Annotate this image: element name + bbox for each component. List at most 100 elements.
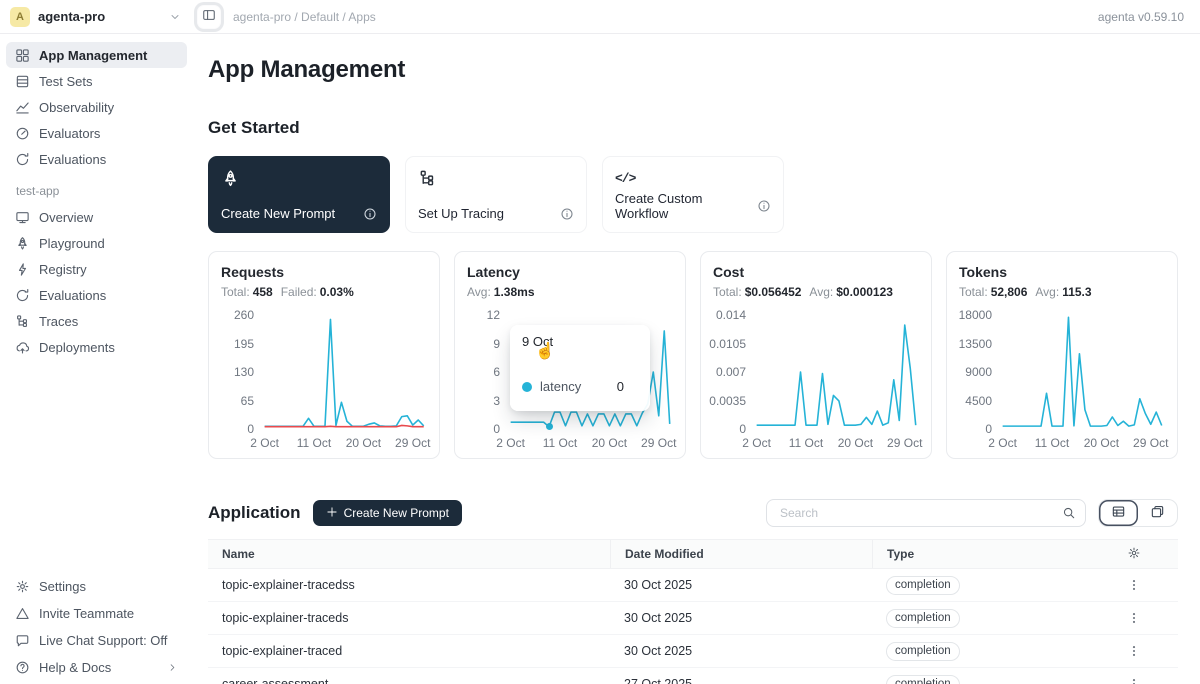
y-axis-labels: 260195130650 — [221, 315, 263, 429]
row-menu-button[interactable] — [1127, 677, 1141, 684]
app-name[interactable]: topic-explainer-traced — [208, 644, 610, 658]
row-menu-button[interactable] — [1127, 578, 1141, 592]
code-icon: </> — [615, 168, 635, 188]
rocket-icon — [15, 236, 30, 251]
refresh-circle-icon — [15, 288, 30, 303]
sidebar-item-playground[interactable]: Playground — [6, 230, 187, 256]
breadcrumb[interactable]: agenta-pro / Default / Apps — [233, 10, 1098, 24]
date-modified: 30 Oct 2025 — [610, 644, 872, 658]
type-badge: completion — [886, 576, 960, 595]
table-row[interactable]: topic-explainer-traced 30 Oct 2025 compl… — [208, 635, 1178, 668]
sidebar-app-nav: Overview Playground Registry Evaluations — [6, 204, 187, 360]
sidebar-item-evaluations[interactable]: Evaluations — [6, 146, 187, 172]
card-label: Set Up Tracing — [418, 206, 504, 221]
sidebar-item-settings[interactable]: Settings — [6, 573, 187, 599]
card-label: Create Custom Workflow — [615, 191, 757, 221]
y-axis-labels: 0.0140.01050.0070.00350 — [713, 315, 755, 429]
org-name: agenta-pro — [38, 9, 161, 24]
table-view-button[interactable] — [1099, 500, 1138, 526]
table-header: Name Date Modified Type — [208, 540, 1178, 569]
info-icon[interactable] — [363, 207, 377, 221]
table-row[interactable]: career-assessment 27 Oct 2025 completion — [208, 668, 1178, 684]
sidebar: App Management Test Sets Observability E… — [0, 34, 193, 684]
create-new-prompt-card[interactable]: Create New Prompt — [208, 156, 390, 233]
sidebar-item-invite-teammate[interactable]: Invite Teammate — [6, 600, 187, 626]
chart-tooltip: 9 Octlatency0 — [510, 325, 650, 411]
refresh-circle-icon — [15, 152, 30, 167]
cloud-icon — [15, 340, 30, 355]
sidebar-main-nav: App Management Test Sets Observability E… — [6, 42, 187, 172]
type-badge: completion — [886, 675, 960, 684]
info-icon[interactable] — [757, 199, 771, 213]
sidebar-item-test-sets[interactable]: Test Sets — [6, 68, 187, 94]
sidebar-item-traces[interactable]: Traces — [6, 308, 187, 334]
app-name[interactable]: career-assessment — [208, 677, 610, 684]
chart-plot[interactable] — [755, 315, 919, 429]
get-started-heading: Get Started — [208, 118, 1178, 138]
sidebar-item-app-evaluations[interactable]: Evaluations — [6, 282, 187, 308]
application-heading: Application — [208, 503, 301, 523]
column-settings-button[interactable] — [1090, 540, 1178, 568]
table-row[interactable]: topic-explainer-traceds 30 Oct 2025 comp… — [208, 602, 1178, 635]
column-header-date-modified[interactable]: Date Modified — [610, 540, 872, 568]
test-sets-icon — [15, 74, 30, 89]
app-version: agenta v0.59.10 — [1098, 10, 1184, 24]
help-icon — [15, 660, 30, 675]
row-menu-button[interactable] — [1127, 611, 1141, 625]
application-header-row: Application Create New Prompt — [208, 499, 1178, 527]
sidebar-footer-nav: Settings Invite Teammate Live Chat Suppo… — [6, 573, 187, 684]
sidebar-item-registry[interactable]: Registry — [6, 256, 187, 282]
chart-stats: Total:52,806Avg:115.3 — [959, 285, 1165, 299]
row-menu-button[interactable] — [1127, 644, 1141, 658]
requests: Requests Total:458Failed:0.03% 260195130… — [208, 251, 440, 459]
grid-icon — [15, 48, 30, 63]
sidebar-item-observability[interactable]: Observability — [6, 94, 187, 120]
chart-stats: Avg:1.38ms — [467, 285, 673, 299]
column-header-name[interactable]: Name — [208, 540, 610, 568]
app-name[interactable]: topic-explainer-tracedss — [208, 578, 610, 592]
gear-icon — [1127, 546, 1141, 563]
search-input[interactable] — [778, 505, 1054, 521]
hovered-point-dot — [546, 423, 553, 430]
chart-plot[interactable] — [263, 315, 427, 429]
column-header-type[interactable]: Type — [872, 540, 1090, 568]
plus-icon — [326, 506, 338, 521]
info-icon[interactable] — [560, 207, 574, 221]
chevron-down-icon — [169, 11, 181, 23]
tooltip-series-label: latency — [540, 379, 609, 394]
y-axis-labels: 1800013500900045000 — [959, 315, 1001, 429]
panel-left-icon — [202, 8, 216, 25]
lightning-icon — [15, 262, 30, 277]
mouse-cursor-icon: ☝ — [535, 341, 555, 361]
page-title: App Management — [208, 56, 1178, 84]
x-axis-labels: 2 Oct11 Oct20 Oct29 Oct — [509, 436, 673, 451]
chart-plot[interactable] — [1001, 315, 1165, 429]
chart-title: Cost — [713, 264, 919, 280]
table-row[interactable]: topic-explainer-tracedss 30 Oct 2025 com… — [208, 569, 1178, 602]
tokens: Tokens Total:52,806Avg:115.3 18000135009… — [946, 251, 1178, 459]
set-up-tracing-card[interactable]: Set Up Tracing — [405, 156, 587, 233]
sidebar-section-test-app: test-app — [6, 173, 187, 203]
sidebar-item-deployments[interactable]: Deployments — [6, 334, 187, 360]
gauge-icon — [15, 126, 30, 141]
sidebar-toggle-button[interactable] — [197, 5, 221, 29]
sidebar-item-help-docs[interactable]: Help & Docs — [6, 654, 187, 680]
org-switcher[interactable]: A agenta-pro — [0, 7, 193, 27]
app-name[interactable]: topic-explainer-traceds — [208, 611, 610, 625]
search-icon[interactable] — [1062, 506, 1076, 520]
view-switcher — [1098, 499, 1178, 527]
metrics-charts-row: Requests Total:458Failed:0.03% 260195130… — [208, 251, 1178, 459]
sidebar-item-evaluators[interactable]: Evaluators — [6, 120, 187, 146]
tooltip-value: 0 — [617, 379, 638, 394]
top-bar: A agenta-pro agenta-pro / Default / Apps… — [0, 0, 1200, 34]
create-new-prompt-button[interactable]: Create New Prompt — [313, 500, 462, 526]
get-started-cards: Create New Prompt Set Up Tracing </> — [208, 156, 1178, 233]
x-axis-labels: 2 Oct11 Oct20 Oct29 Oct — [1001, 436, 1165, 451]
sidebar-item-overview[interactable]: Overview — [6, 204, 187, 230]
card-view-button[interactable] — [1138, 500, 1177, 526]
chart-stats: Total:458Failed:0.03% — [221, 285, 427, 299]
sidebar-item-app-management[interactable]: App Management — [6, 42, 187, 68]
sidebar-item-live-chat[interactable]: Live Chat Support: Off — [6, 627, 187, 653]
latency-series-dot-icon — [522, 382, 532, 392]
create-custom-workflow-card[interactable]: </> Create Custom Workflow — [602, 156, 784, 233]
